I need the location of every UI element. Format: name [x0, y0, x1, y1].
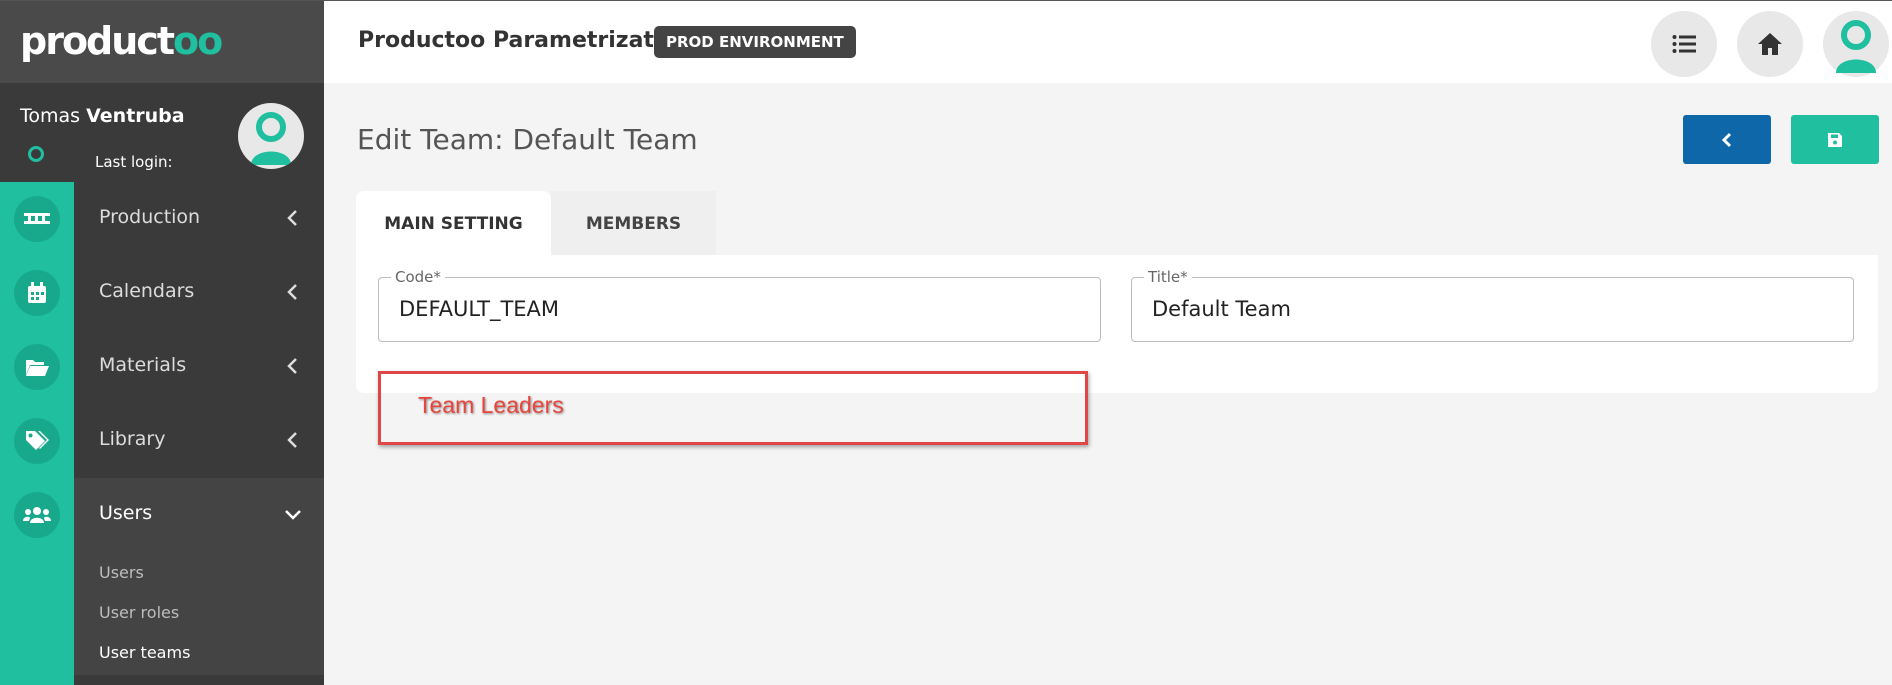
last-login-label: Last login:	[95, 153, 173, 171]
title-input[interactable]	[1152, 297, 1801, 321]
top-bar: Productoo Parametrization PROD ENVIRONME…	[324, 1, 1892, 83]
code-input[interactable]	[399, 297, 1048, 321]
code-field-label: Code*	[391, 268, 445, 286]
tags-icon[interactable]	[14, 418, 60, 464]
chevron-left-icon	[287, 210, 297, 226]
chevron-left-icon	[1721, 132, 1732, 147]
profile-button[interactable]	[1823, 11, 1889, 77]
save-button[interactable]	[1791, 115, 1879, 164]
conveyor-icon[interactable]	[14, 196, 60, 242]
nav-item-calendars[interactable]: Calendars	[74, 256, 324, 330]
sidebar: productoo Tomas Ventruba Last login: Pro…	[0, 1, 324, 685]
app-title: Productoo Parametrization	[358, 28, 693, 53]
logo-bar: productoo	[0, 1, 324, 83]
calendar-icon[interactable]	[14, 270, 60, 316]
online-status-icon	[28, 146, 44, 162]
tab-members[interactable]: MEMBERS	[551, 191, 716, 256]
chevron-left-icon	[287, 432, 297, 448]
list-menu-button[interactable]	[1651, 11, 1717, 77]
nav-item-materials[interactable]: Materials	[74, 330, 324, 404]
chevron-down-icon	[285, 510, 301, 520]
back-button[interactable]	[1683, 115, 1771, 164]
productoo-logo[interactable]: productoo	[20, 21, 223, 61]
home-icon	[1758, 33, 1782, 55]
avatar-person-icon	[251, 112, 291, 165]
users-submenu: Users User roles User teams	[74, 551, 324, 675]
list-icon	[1672, 35, 1696, 53]
submenu-item-user-roles[interactable]: User roles	[99, 603, 179, 622]
user-name: Tomas Ventruba	[20, 105, 185, 127]
submenu-item-user-teams[interactable]: User teams	[99, 643, 190, 662]
user-block: Tomas Ventruba Last login:	[0, 83, 324, 182]
nav-item-production[interactable]: Production	[74, 182, 324, 256]
chevron-left-icon	[287, 358, 297, 374]
page-title: Edit Team: Default Team	[357, 123, 698, 156]
tab-main-setting[interactable]: MAIN SETTING	[356, 191, 551, 256]
user-avatar[interactable]	[238, 103, 304, 169]
home-button[interactable]	[1737, 11, 1803, 77]
chevron-left-icon	[287, 284, 297, 300]
floppy-disk-icon	[1828, 132, 1842, 147]
avatar-person-icon	[1836, 20, 1876, 73]
submenu-item-users[interactable]: Users	[99, 563, 144, 582]
annotation-label: Team Leaders	[418, 392, 564, 418]
title-field-label: Title*	[1144, 268, 1192, 286]
nav-item-users[interactable]: Users	[74, 478, 324, 552]
code-field[interactable]: Code*	[378, 268, 1101, 342]
title-field[interactable]: Title*	[1131, 268, 1854, 342]
icon-rail	[0, 182, 74, 685]
annotation-box: Team Leaders	[378, 371, 1088, 445]
environment-badge: PROD ENVIRONMENT	[654, 26, 856, 58]
users-icon[interactable]	[14, 492, 60, 538]
folder-open-icon[interactable]	[14, 344, 60, 390]
nav-item-library[interactable]: Library	[74, 404, 324, 478]
